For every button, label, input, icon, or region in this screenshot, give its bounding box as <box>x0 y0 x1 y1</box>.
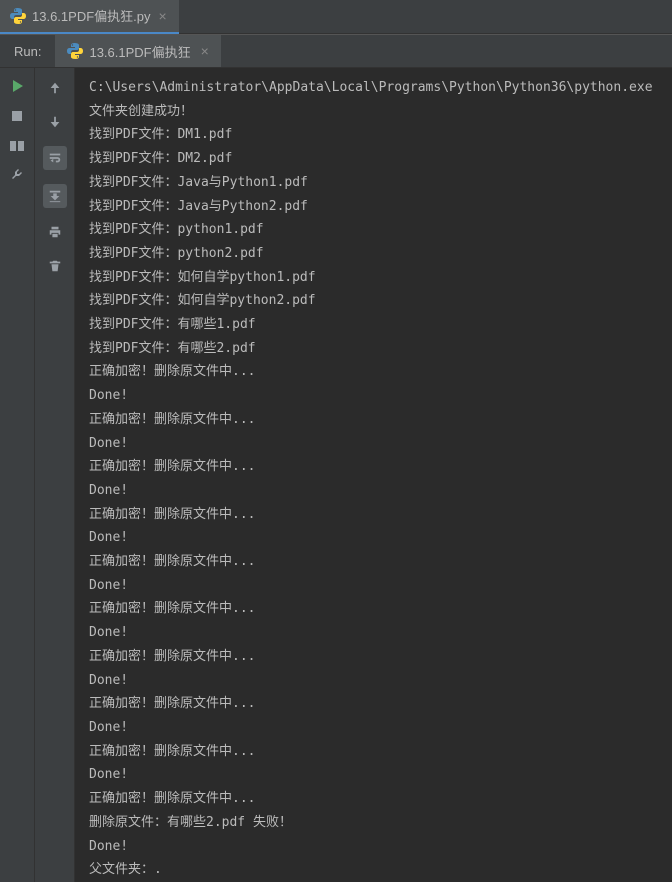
console-line: C:\Users\Administrator\AppData\Local\Pro… <box>89 76 664 100</box>
console-line: 正确加密！删除原文件中... <box>89 692 664 716</box>
console-line: Done! <box>89 574 664 598</box>
trash-icon[interactable] <box>45 256 65 276</box>
console-line: 找到PDF文件：DM1.pdf <box>89 123 664 147</box>
console-line: 找到PDF文件：Java与Python2.pdf <box>89 195 664 219</box>
console-output[interactable]: C:\Users\Administrator\AppData\Local\Pro… <box>75 68 672 882</box>
console-line: 正确加密！删除原文件中... <box>89 408 664 432</box>
console-line: 正确加密！删除原文件中... <box>89 455 664 479</box>
console-line: Done! <box>89 716 664 740</box>
editor-tabs: 13.6.1PDF偏执狂.py × <box>0 0 672 34</box>
run-label: Run: <box>0 44 55 59</box>
run-panel-header: Run: 13.6.1PDF偏执狂 × <box>0 34 672 68</box>
run-left-toolbar <box>0 68 35 882</box>
file-tab-label: 13.6.1PDF偏执狂.py <box>32 6 151 25</box>
console-line: 正确加密！删除原文件中... <box>89 360 664 384</box>
run-tab-label: 13.6.1PDF偏执狂 <box>89 42 190 61</box>
console-line: 正确加密！删除原文件中... <box>89 597 664 621</box>
run-config-tab[interactable]: 13.6.1PDF偏执狂 × <box>55 35 220 67</box>
console-line: Done! <box>89 835 664 859</box>
up-arrow-icon[interactable] <box>45 78 65 98</box>
console-line: 找到PDF文件：Java与Python1.pdf <box>89 171 664 195</box>
console-toolbar <box>35 68 75 882</box>
console-line: 找到PDF文件：python2.pdf <box>89 242 664 266</box>
close-icon[interactable]: × <box>201 43 209 59</box>
stop-button[interactable] <box>9 108 25 124</box>
console-line: 正确加密！删除原文件中... <box>89 740 664 764</box>
python-file-icon <box>10 8 26 24</box>
soft-wrap-icon[interactable] <box>43 146 67 170</box>
console-line: 删除原文件：有哪些2.pdf 失败！ <box>89 811 664 835</box>
console-line: 父文件夹：. <box>89 858 664 882</box>
down-arrow-icon[interactable] <box>45 112 65 132</box>
python-file-icon <box>67 43 83 59</box>
console-line: 找到PDF文件：如何自学python1.pdf <box>89 266 664 290</box>
console-line: 正确加密！删除原文件中... <box>89 503 664 527</box>
pin-button[interactable] <box>9 168 25 184</box>
console-line: Done! <box>89 763 664 787</box>
console-line: Done! <box>89 432 664 456</box>
console-line: 找到PDF文件：python1.pdf <box>89 218 664 242</box>
console-line: 找到PDF文件：有哪些1.pdf <box>89 313 664 337</box>
console-line: Done! <box>89 669 664 693</box>
console-line: 找到PDF文件：有哪些2.pdf <box>89 337 664 361</box>
console-line: 找到PDF文件：DM2.pdf <box>89 147 664 171</box>
print-icon[interactable] <box>45 222 65 242</box>
scroll-to-end-icon[interactable] <box>43 184 67 208</box>
run-main-area: C:\Users\Administrator\AppData\Local\Pro… <box>0 68 672 882</box>
rerun-button[interactable] <box>9 78 25 94</box>
close-icon[interactable]: × <box>157 8 169 24</box>
console-line: 正确加密！删除原文件中... <box>89 645 664 669</box>
file-tab[interactable]: 13.6.1PDF偏执狂.py × <box>0 0 179 34</box>
console-line: 正确加密！删除原文件中... <box>89 550 664 574</box>
console-line: 文件夹创建成功！ <box>89 100 664 124</box>
console-line: Done! <box>89 479 664 503</box>
console-line: Done! <box>89 526 664 550</box>
console-line: 找到PDF文件：如何自学python2.pdf <box>89 289 664 313</box>
layout-button[interactable] <box>9 138 25 154</box>
console-line: Done! <box>89 384 664 408</box>
console-line: 正确加密！删除原文件中... <box>89 787 664 811</box>
console-line: Done! <box>89 621 664 645</box>
